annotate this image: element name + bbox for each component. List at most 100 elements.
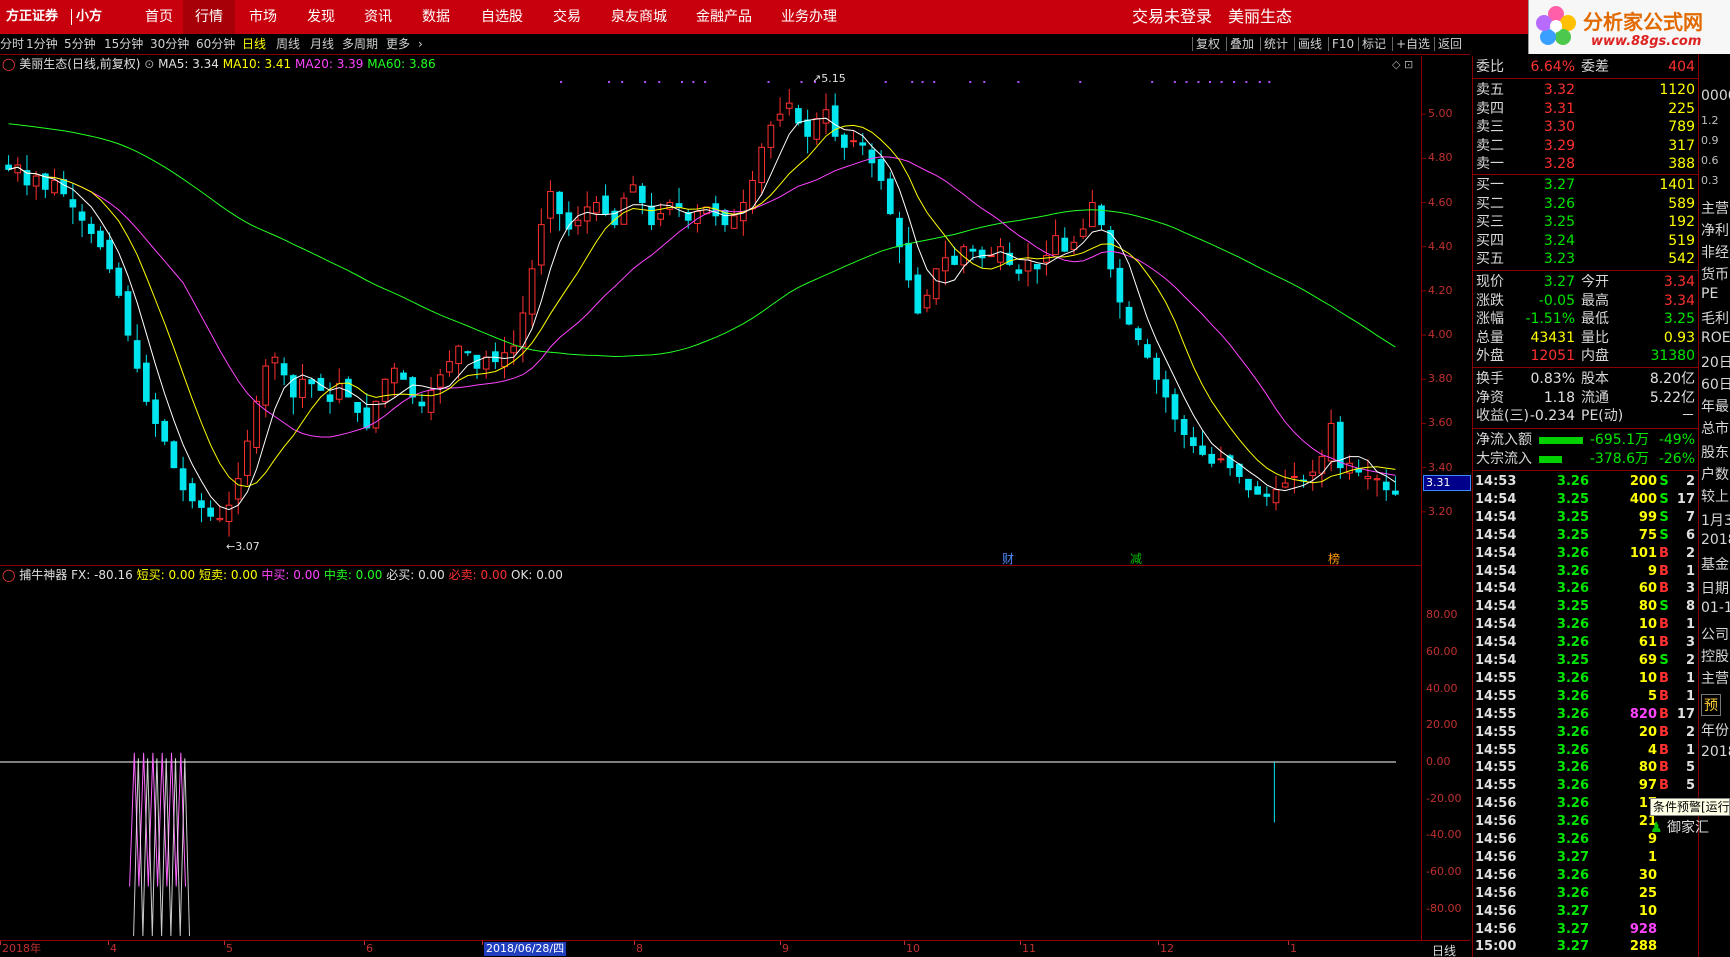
- condition-alert-label[interactable]: 条件预警[运行: [1650, 798, 1730, 816]
- tool-button-6[interactable]: +自选: [1396, 36, 1430, 52]
- tick-price: 3.27: [1556, 921, 1589, 937]
- tool-separator: [1260, 37, 1261, 51]
- tick-count: 3: [1685, 635, 1695, 651]
- chart-settings-icon[interactable]: ◯: [2, 57, 15, 71]
- ask-row[interactable]: 卖二 3.29 317: [1473, 137, 1699, 156]
- tick-row: 14:53 3.26 200 S 2: [1473, 473, 1699, 491]
- brand-name: 方正证券: [6, 9, 59, 24]
- nav-item-8[interactable]: 泉友商城: [603, 0, 675, 34]
- period-tab-1[interactable]: 1分钟: [26, 36, 58, 52]
- tick-time: 14:56: [1475, 867, 1517, 883]
- nav-item-3[interactable]: 发现: [299, 0, 343, 34]
- bid-row[interactable]: 买四 3.24 519: [1473, 232, 1699, 251]
- tick-price: 3.25: [1556, 509, 1589, 525]
- date-axis-label: 5: [226, 942, 233, 955]
- chart-expand-icon[interactable]: ◇ ⊡: [1392, 58, 1413, 71]
- nav-item-6[interactable]: 自选股: [472, 0, 532, 34]
- period-tab-8[interactable]: 月线: [310, 36, 334, 52]
- tick-volume: 25: [1638, 885, 1657, 901]
- tick-price: 3.26: [1556, 832, 1589, 847]
- period-tab-9[interactable]: 多周期: [342, 36, 378, 52]
- nav-item-2[interactable]: 市场: [241, 0, 285, 34]
- tool-button-0[interactable]: 复权: [1196, 36, 1220, 52]
- tick-time: 15:00: [1475, 939, 1517, 955]
- tool-separator: [1192, 37, 1193, 51]
- tick-volume: 101: [1629, 545, 1657, 561]
- event-marker-2[interactable]: 榜: [1328, 550, 1340, 567]
- nav-item-7[interactable]: 交易: [545, 0, 589, 34]
- panel-divider: [1473, 367, 1699, 368]
- bid-row[interactable]: 买一 3.27 1401: [1473, 176, 1699, 195]
- broker-logo[interactable]: 方正证券: [4, 7, 68, 27]
- current-stock-name[interactable]: 美丽生态: [1228, 0, 1292, 34]
- axis-period-mode[interactable]: 日线: [1432, 942, 1456, 957]
- tick-row: 14:56 3.26 30: [1473, 867, 1699, 885]
- indicator-settings-icon[interactable]: ◯: [2, 568, 15, 582]
- tool-button-7[interactable]: 返回: [1438, 36, 1462, 52]
- flow-row: 大宗流入 -378.6万 -26%: [1473, 450, 1699, 469]
- tick-time: 14:55: [1475, 760, 1517, 776]
- weibi-value: 6.64%: [1530, 59, 1575, 75]
- nav-item-5[interactable]: 数据: [414, 0, 458, 34]
- tool-button-3[interactable]: 画线: [1298, 36, 1322, 52]
- period-tab-2[interactable]: 5分钟: [64, 36, 96, 52]
- kline-title: 美丽生态(日线,前复权): [19, 57, 141, 71]
- stat2-label: 换手: [1476, 371, 1504, 387]
- nav-item-9[interactable]: 金融产品: [688, 0, 760, 34]
- period-tab-0[interactable]: 分时: [0, 36, 24, 52]
- stat2-value: 0.83%: [1530, 371, 1575, 387]
- nav-item-10[interactable]: 业务办理: [773, 0, 845, 34]
- bid-label: 买五: [1476, 251, 1504, 268]
- ask-row[interactable]: 卖四 3.31 225: [1473, 100, 1699, 119]
- tick-price: 3.26: [1556, 545, 1589, 561]
- period-tab-5[interactable]: 60分钟: [196, 36, 235, 52]
- period-tab-3[interactable]: 15分钟: [104, 36, 143, 52]
- bid-row[interactable]: 买三 3.25 192: [1473, 213, 1699, 232]
- ask-row[interactable]: 卖一 3.28 388: [1473, 155, 1699, 174]
- tick-price: 3.25: [1556, 491, 1589, 507]
- trade-login-status[interactable]: 交易未登录: [1132, 0, 1212, 34]
- ask-price: 3.32: [1543, 82, 1575, 98]
- period-tab-7[interactable]: 周线: [276, 36, 300, 52]
- ask-label: 卖三: [1476, 119, 1504, 136]
- bid-row[interactable]: 买五 3.23 542: [1473, 250, 1699, 269]
- legend-dropdown-icon[interactable]: ⊙: [144, 57, 154, 71]
- bid-row[interactable]: 买二 3.26 589: [1473, 195, 1699, 214]
- period-tab-10[interactable]: 更多: [386, 36, 410, 52]
- tick-row: 14:54 3.26 9 B 1: [1473, 563, 1699, 581]
- tick-time: 14:54: [1475, 617, 1517, 633]
- tool-button-2[interactable]: 统计: [1264, 36, 1288, 52]
- ask-row[interactable]: 卖五 3.32 1120: [1473, 81, 1699, 100]
- related-stock-link[interactable]: ♟ 御家汇: [1650, 818, 1730, 838]
- tick-volume: 69: [1638, 653, 1657, 668]
- period-tab-6[interactable]: 日线: [242, 36, 266, 52]
- event-marker-0[interactable]: 财: [1002, 550, 1014, 567]
- ask-label: 卖四: [1476, 100, 1504, 117]
- price-axis-label: 3.20: [1428, 504, 1453, 518]
- tick-price: 3.27: [1556, 849, 1589, 865]
- nav-item-4[interactable]: 资讯: [356, 0, 400, 34]
- more-chevron-icon[interactable]: ›: [418, 36, 423, 52]
- flow-row: 净流入额 -695.1万 -49%: [1473, 431, 1699, 450]
- event-marker-1[interactable]: 减: [1130, 550, 1142, 567]
- tool-button-4[interactable]: F10: [1332, 36, 1354, 52]
- tick-row: 14:54 3.26 61 B 3: [1473, 634, 1699, 652]
- strip-item: 货币: [1701, 267, 1729, 283]
- indicator-name[interactable]: 捕牛神器: [19, 568, 67, 582]
- bid-label: 买三: [1476, 214, 1504, 231]
- period-tab-4[interactable]: 30分钟: [150, 36, 189, 52]
- nav-item-0[interactable]: 首页: [137, 0, 181, 34]
- tool-button-5[interactable]: 标记: [1362, 36, 1386, 52]
- tick-count: 7: [1685, 509, 1695, 525]
- tool-button-1[interactable]: 叠加: [1230, 36, 1254, 52]
- stat-value: -1.51%: [1525, 311, 1575, 328]
- tick-row: 14:54 3.25 80 S 8: [1473, 598, 1699, 616]
- tick-time: 14:54: [1475, 581, 1517, 597]
- indicator-axis-label: 40.00: [1426, 681, 1458, 695]
- logo-divider: [71, 9, 72, 25]
- date-axis-tick: [1020, 941, 1021, 945]
- ask-row[interactable]: 卖三 3.30 789: [1473, 118, 1699, 137]
- nav-item-1[interactable]: 行情: [183, 0, 235, 34]
- date-axis-tick: [0, 941, 1, 945]
- tick-row: 14:55 3.26 5 B 1: [1473, 688, 1699, 706]
